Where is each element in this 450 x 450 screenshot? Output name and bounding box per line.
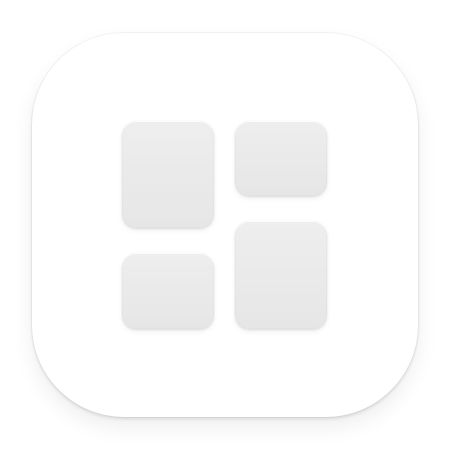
tile-top-left: [122, 121, 214, 228]
tile-top-right: [235, 121, 327, 196]
icon-canvas: [0, 0, 450, 450]
tile-bottom-left: [122, 253, 214, 329]
widgets-grid-icon[interactable]: [32, 33, 418, 417]
tile-bottom-right: [235, 221, 327, 329]
